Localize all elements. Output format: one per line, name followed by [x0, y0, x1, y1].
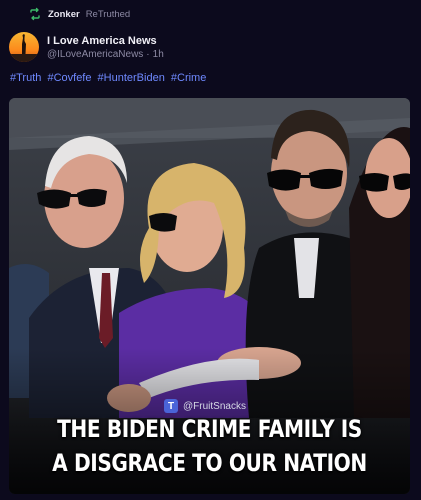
meme-caption-line-2: A DISGRACE TO OUR NATION: [52, 449, 367, 477]
watermark: T @FruitSnacks: [164, 398, 246, 414]
post-time[interactable]: 1h: [153, 49, 164, 60]
meme-caption-line-1: THE BIDEN CRIME FAMILY IS: [57, 415, 362, 443]
retruth-bar: Zonker ReTruthed: [28, 6, 130, 22]
retruth-username[interactable]: Zonker: [48, 9, 80, 20]
statue-of-liberty-icon: [9, 32, 39, 62]
retruth-icon: [28, 7, 42, 21]
watermark-handle: @FruitSnacks: [183, 400, 246, 412]
post-header: I Love America News @ILoveAmericaNews · …: [9, 30, 164, 64]
truth-social-logo-icon: T: [164, 399, 178, 413]
avatar[interactable]: [9, 32, 39, 62]
meta-separator: ·: [146, 48, 150, 60]
hashtags: #Truth #Covfefe #HunterBiden #Crime: [10, 72, 209, 84]
author-name[interactable]: I Love America News: [47, 35, 164, 47]
hashtag-covfefe[interactable]: #Covfefe: [47, 72, 91, 84]
hashtag-hunterbiden[interactable]: #HunterBiden: [98, 72, 165, 84]
hashtag-truth[interactable]: #Truth: [10, 72, 41, 84]
author-meta: @ILoveAmericaNews · 1h: [47, 49, 164, 60]
hashtag-crime[interactable]: #Crime: [171, 72, 206, 84]
post-image[interactable]: T @FruitSnacks THE BIDEN CRIME FAMILY IS…: [9, 98, 410, 494]
retruth-label: ReTruthed: [85, 8, 131, 20]
author-handle[interactable]: @ILoveAmericaNews: [47, 49, 143, 60]
